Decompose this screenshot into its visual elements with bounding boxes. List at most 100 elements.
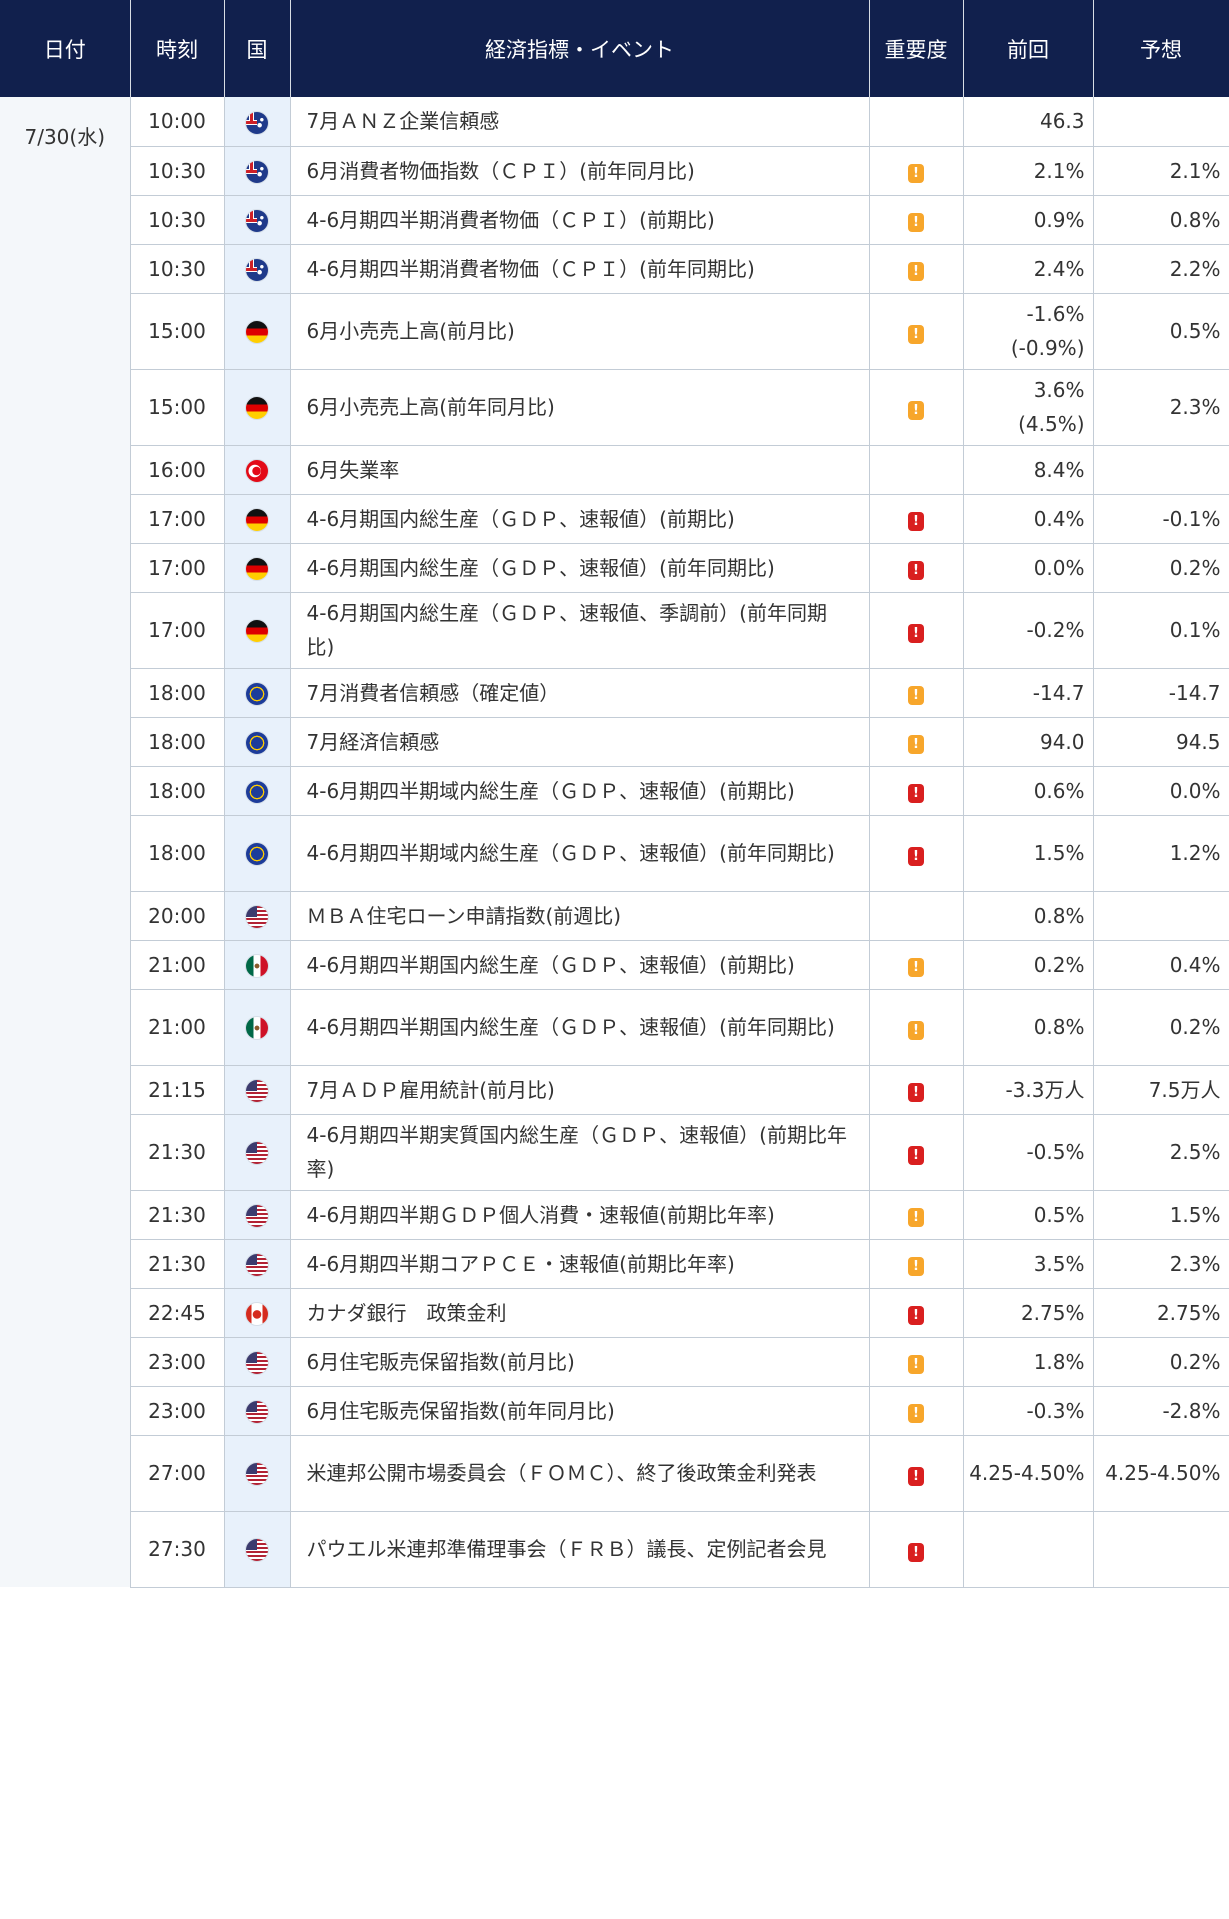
time-cell: 21:00 (130, 989, 225, 1066)
importance-cell: ! (869, 244, 964, 294)
forecast-cell: 2.3% (1093, 1239, 1229, 1289)
au-flag-icon (246, 258, 268, 281)
us-flag-icon (246, 1351, 268, 1374)
event-time: 15:00 (148, 395, 206, 419)
header-date[interactable]: 日付 (0, 0, 131, 97)
event-cell: 4-6月期四半期コアＰＣＥ・速報値(前期比年率) (290, 1239, 870, 1289)
event-cell: 6月小売売上高(前月比) (290, 293, 870, 370)
forecast-cell: 94.5 (1093, 717, 1229, 767)
table-row: 23:00 6月住宅販売保留指数(前年同月比)! -0.3% -2.8% (0, 1386, 1229, 1436)
importance-cell: ! (869, 1435, 964, 1512)
tr-flag-icon (246, 459, 268, 482)
event-name[interactable]: 4-6月期四半期域内総生産（ＧＤＰ、速報値）(前年同期比) (307, 841, 835, 865)
ca-flag-icon (246, 1302, 268, 1325)
de-flag-icon (246, 397, 268, 420)
event-name[interactable]: 7月経済信頼感 (307, 730, 440, 754)
country-cell (224, 97, 291, 147)
header-importance[interactable]: 重要度 (869, 0, 964, 97)
header-time[interactable]: 時刻 (130, 0, 225, 97)
event-name[interactable]: 4-6月期四半期ＧＤＰ個人消費・速報値(前期比年率) (307, 1203, 775, 1227)
importance-cell: ! (869, 1114, 964, 1191)
event-name[interactable]: 6月小売売上高(前年同月比) (307, 395, 555, 419)
event-name[interactable]: 6月小売売上高(前月比) (307, 319, 515, 343)
au-flag-icon (246, 160, 268, 183)
event-time: 18:00 (148, 778, 206, 803)
previous-value: 1.5% (1033, 841, 1085, 865)
header-forecast[interactable]: 予想 (1093, 0, 1229, 97)
forecast-value: 0.0% (1169, 778, 1221, 803)
time-cell: 17:00 (130, 592, 225, 669)
table-row: 7/30(水) 10:00 7月ＡＮＺ企業信頼感 46.3 (0, 97, 1229, 1587)
table-row: 10:30 4-6月期四半期消費者物価（ＣＰＩ）(前年同期比)! 2.4% 2.2% (0, 244, 1229, 294)
time-cell: 21:00 (130, 940, 225, 990)
forecast-value: 0.4% (1169, 952, 1221, 977)
event-cell: 4-6月期四半期実質国内総生産（ＧＤＰ、速報値）(前期比年率) (290, 1114, 870, 1191)
event-name[interactable]: 7月ＡＮＺ企業信頼感 (307, 109, 500, 133)
forecast-value: 0.1% (1169, 618, 1221, 642)
event-name[interactable]: 4-6月期四半期消費者物価（ＣＰＩ）(前期比) (307, 208, 715, 232)
time-cell: 10:00 (130, 97, 225, 147)
country-cell (224, 940, 291, 990)
event-name[interactable]: 4-6月期国内総生産（ＧＤＰ、速報値）(前期比) (307, 507, 735, 531)
importance-cell: ! (869, 1288, 964, 1338)
importance-cell: ! (869, 940, 964, 990)
table-row: 18:00 7月消費者信頼感（確定値）! -14.7 -14.7 (0, 668, 1229, 718)
event-time: 15:00 (148, 319, 206, 343)
table-row: 10:30 4-6月期四半期消費者物価（ＣＰＩ）(前期比)! 0.9% 0.8% (0, 195, 1229, 245)
previous-value: 3.5% (1033, 1251, 1085, 1276)
event-name[interactable]: 4-6月期国内総生産（ＧＤＰ、速報値、季調前）(前年同期比) (307, 601, 827, 659)
previous-cell: 0.0% (963, 543, 1094, 593)
event-name[interactable]: 6月住宅販売保留指数(前月比) (307, 1350, 575, 1374)
mx-flag-icon (246, 1017, 268, 1040)
previous-cell: 2.1% (963, 146, 1094, 196)
importance-cell: ! (869, 195, 964, 245)
event-name[interactable]: ＭＢＡ住宅ローン申請指数(前週比) (307, 904, 622, 928)
importance-cell: ! (869, 1239, 964, 1289)
forecast-value: -14.7 (1168, 680, 1221, 705)
header-previous[interactable]: 前回 (963, 0, 1094, 97)
event-time: 21:30 (148, 1140, 206, 1164)
table-row: 17:00 4-6月期国内総生産（ＧＤＰ、速報値、季調前）(前年同期比)! -0.2… (0, 592, 1229, 669)
event-name[interactable]: 4-6月期四半期コアＰＣＥ・速報値(前期比年率) (307, 1252, 735, 1276)
event-time: 17:00 (148, 618, 206, 642)
event-name[interactable]: カナダ銀行 政策金利 (307, 1301, 507, 1325)
previous-cell: 1.8% (963, 1337, 1094, 1387)
event-name[interactable]: 4-6月期四半期国内総生産（ＧＤＰ、速報値）(前年同期比) (307, 1015, 835, 1039)
importance-medium-icon: ! (908, 1257, 924, 1276)
importance-cell: ! (869, 1386, 964, 1436)
previous-value: 3.6% (1033, 378, 1085, 402)
us-flag-icon (246, 1463, 268, 1486)
importance-cell: ! (869, 815, 964, 892)
previous-cell: 0.5% (963, 1190, 1094, 1240)
us-flag-icon (246, 1079, 268, 1102)
event-time: 20:00 (148, 903, 206, 928)
event-name[interactable]: 4-6月期四半期実質国内総生産（ＧＤＰ、速報値）(前期比年率) (307, 1123, 847, 1181)
time-cell: 18:00 (130, 815, 225, 892)
header-event[interactable]: 経済指標・イベント (290, 0, 870, 97)
header-country[interactable]: 国 (224, 0, 291, 97)
forecast-value: 0.8% (1169, 207, 1221, 232)
previous-value: -0.2% (1026, 618, 1085, 642)
forecast-cell: -2.8% (1093, 1386, 1229, 1436)
event-name[interactable]: 7月消費者信頼感（確定値） (307, 681, 560, 705)
event-cell: 4-6月期四半期域内総生産（ＧＤＰ、速報値）(前年同期比) (290, 815, 870, 892)
previous-cell: 3.6% (4.5%) (963, 369, 1094, 446)
forecast-value: 2.75% (1156, 1300, 1221, 1325)
event-name[interactable]: 6月消費者物価指数（ＣＰＩ）(前年同月比) (307, 159, 695, 183)
event-name[interactable]: 6月失業率 (307, 458, 400, 482)
event-name[interactable]: 7月ＡＤＰ雇用統計(前月比) (307, 1078, 555, 1102)
event-time: 17:00 (148, 506, 206, 531)
event-name[interactable]: 4-6月期四半期消費者物価（ＣＰＩ）(前年同期比) (307, 257, 755, 281)
eu-flag-icon (246, 682, 268, 705)
previous-cell: 0.2% (963, 940, 1094, 990)
event-name[interactable]: 4-6月期四半期域内総生産（ＧＤＰ、速報値）(前期比) (307, 779, 795, 803)
country-cell (224, 1190, 291, 1240)
previous-value: 2.75% (1020, 1300, 1085, 1325)
event-name[interactable]: 4-6月期国内総生産（ＧＤＰ、速報値）(前年同期比) (307, 556, 775, 580)
event-name[interactable]: 6月住宅販売保留指数(前年同月比) (307, 1399, 615, 1423)
event-name[interactable]: パウエル米連邦準備理事会（ＦＲＢ）議長、定例記者会見 (307, 1537, 827, 1561)
event-name[interactable]: 4-6月期四半期国内総生産（ＧＤＰ、速報値）(前期比) (307, 953, 795, 977)
previous-cell: 0.8% (963, 891, 1094, 941)
event-name[interactable]: 米連邦公開市場委員会（ＦＯＭＣ）、終了後政策金利発表 (307, 1461, 817, 1485)
forecast-value: 0.2% (1169, 1349, 1221, 1374)
